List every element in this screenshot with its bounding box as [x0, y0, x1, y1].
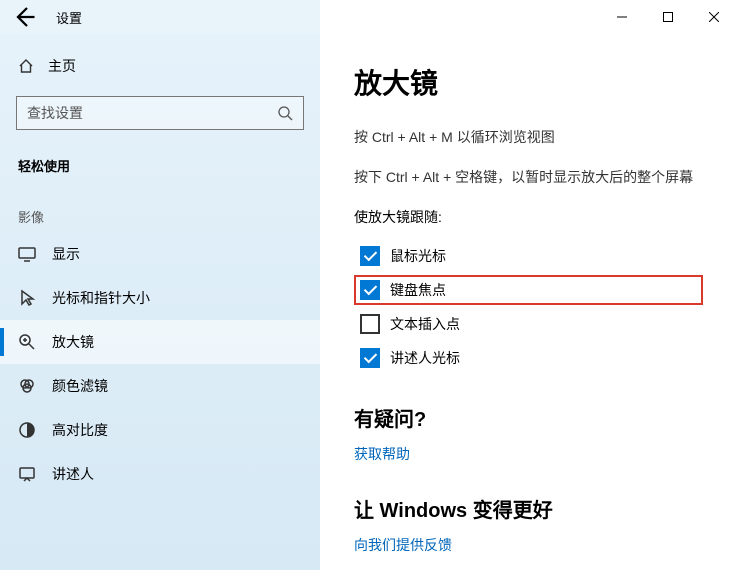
category-label: 轻松使用 [0, 130, 320, 181]
nav-item-label: 光标和指针大小 [52, 288, 150, 308]
nav-item-contrast[interactable]: 高对比度 [0, 408, 320, 452]
checkbox[interactable] [360, 348, 380, 368]
nav-item-magnifier[interactable]: 放大镜 [0, 320, 320, 364]
hint-text-1: 按 Ctrl + Alt + M 以循环浏览视图 [354, 126, 703, 148]
nav-item-display[interactable]: 显示 [0, 232, 320, 276]
checkbox-label: 键盘焦点 [390, 280, 446, 300]
checkbox[interactable] [360, 280, 380, 300]
cursor-icon [18, 289, 36, 307]
nav-item-label: 放大镜 [52, 332, 94, 352]
content-pane: 放大镜 按 Ctrl + Alt + M 以循环浏览视图 按下 Ctrl + A… [320, 34, 737, 570]
home-label: 主页 [48, 56, 76, 76]
display-icon [18, 245, 36, 263]
sidebar: 主页 轻松使用 影像 显示 光标和指针大小 放大镜 颜色滤镜 高对比度 [0, 34, 320, 570]
improve-heading: 让 Windows 变得更好 [354, 494, 703, 523]
check-row: 讲述人光标 [354, 343, 703, 373]
help-heading: 有疑问? [354, 403, 703, 432]
nav-item-colorfilter[interactable]: 颜色滤镜 [0, 364, 320, 408]
home-icon [18, 58, 34, 74]
contrast-icon [18, 421, 36, 439]
page-heading: 放大镜 [354, 62, 703, 102]
maximize-button[interactable] [645, 0, 691, 34]
get-help-link[interactable]: 获取帮助 [354, 444, 703, 464]
checkbox-label: 讲述人光标 [390, 348, 460, 368]
arrow-left-icon [12, 5, 36, 29]
checkbox[interactable] [360, 314, 380, 334]
close-button[interactable] [691, 0, 737, 34]
search-input[interactable] [27, 105, 240, 121]
nav-item-cursor[interactable]: 光标和指针大小 [0, 276, 320, 320]
nav-item-label: 高对比度 [52, 420, 108, 440]
minimize-icon [617, 12, 627, 22]
search-icon [277, 105, 293, 121]
maximize-icon [663, 12, 673, 22]
nav-item-narrator[interactable]: 讲述人 [0, 452, 320, 496]
magnifier-icon [18, 333, 36, 351]
titlebar: 设置 [0, 0, 737, 34]
group-label: 影像 [0, 181, 320, 232]
checkbox-label: 文本插入点 [390, 314, 460, 334]
home-link[interactable]: 主页 [0, 48, 320, 84]
window-controls [599, 0, 737, 34]
minimize-button[interactable] [599, 0, 645, 34]
check-row: 文本插入点 [354, 309, 703, 339]
check-row: 键盘焦点 [354, 275, 703, 305]
check-row: 鼠标光标 [354, 241, 703, 271]
nav-item-label: 颜色滤镜 [52, 376, 108, 396]
follow-label: 使放大镜跟随: [354, 207, 703, 227]
checkbox-label: 鼠标光标 [390, 246, 446, 266]
nav-item-label: 显示 [52, 244, 80, 264]
close-icon [709, 12, 719, 22]
nav-item-label: 讲述人 [52, 464, 94, 484]
window-title: 设置 [56, 8, 82, 27]
colorfilter-icon [18, 377, 36, 395]
back-button[interactable] [12, 5, 36, 29]
narrator-icon [18, 465, 36, 483]
checkbox[interactable] [360, 246, 380, 266]
feedback-link[interactable]: 向我们提供反馈 [354, 535, 703, 555]
search-box[interactable] [16, 96, 304, 130]
hint-text-2: 按下 Ctrl + Alt + 空格键，以暂时显示放大后的整个屏幕 [354, 166, 703, 188]
